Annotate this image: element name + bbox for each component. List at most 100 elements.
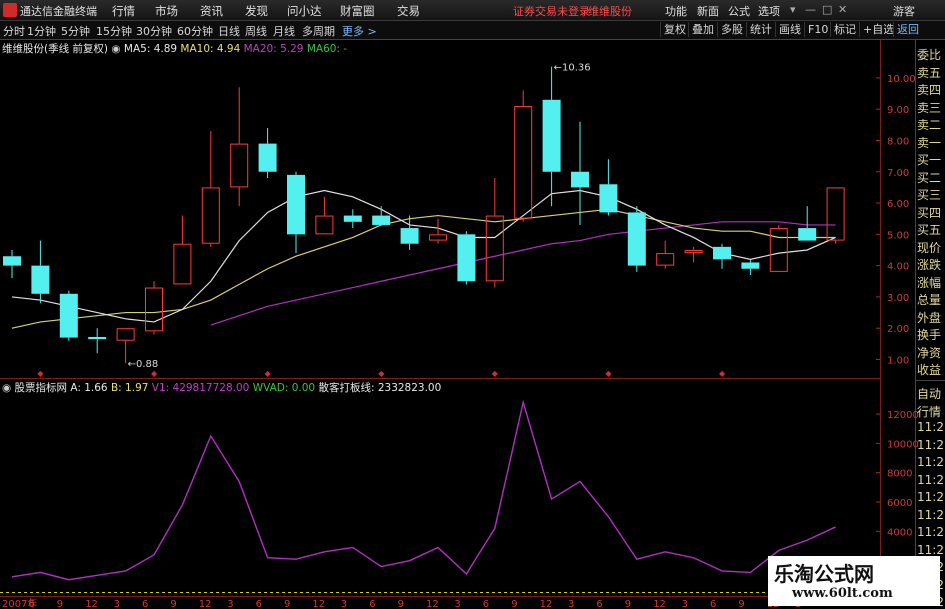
candle[interactable] (31, 240, 50, 304)
candle[interactable] (769, 224, 788, 272)
period-marker-icon: ◆ (719, 369, 726, 378)
candle-body (201, 187, 220, 244)
candle-body (88, 336, 107, 340)
sub-ytick-label: 10000 (887, 439, 919, 450)
period-marker-icon: ◆ (605, 369, 612, 378)
candle[interactable] (258, 127, 277, 179)
candle[interactable] (542, 66, 561, 207)
tick-panel-label: 11:2 (917, 542, 944, 557)
candle[interactable] (684, 246, 703, 263)
main-ytick-label: 10.00 (887, 74, 916, 85)
tick-panel-label: 11:2 (917, 490, 944, 504)
quote-panel-label: 卖四 (917, 83, 942, 97)
candle-body (485, 215, 504, 282)
candle[interactable] (3, 249, 21, 279)
x-tick-label: 12 (653, 599, 666, 609)
x-tick-label: 12 (199, 599, 212, 609)
candle[interactable] (429, 218, 447, 244)
candle-body (145, 287, 163, 332)
x-tick-label: 9 (738, 599, 744, 609)
x-tick-label: 6 (369, 599, 375, 609)
quote-panel-label: 卖二 (917, 118, 942, 132)
quote-panel-label: 涨幅 (917, 275, 942, 290)
candle[interactable] (372, 206, 391, 225)
main-ytick-label: 4.00 (887, 262, 909, 273)
main-ytick-label: 1.00 (887, 355, 909, 366)
candle[interactable] (343, 209, 362, 229)
ma10-line (11, 208, 836, 329)
main-ytick-label: 6.00 (887, 199, 909, 210)
tick-panel-label: 11:2 (917, 507, 944, 522)
candle[interactable] (457, 231, 476, 285)
quote-panel-label: 涨跌 (917, 258, 942, 272)
x-tick-label: 12 (540, 599, 553, 609)
candle-body (542, 99, 561, 172)
candle[interactable] (88, 328, 107, 354)
candle[interactable] (798, 206, 817, 241)
x-tick-label: 3 (454, 599, 460, 609)
candle-body (741, 262, 760, 269)
period-marker-icon: ◆ (37, 369, 44, 378)
candle[interactable] (173, 215, 192, 285)
candle[interactable] (741, 259, 760, 276)
quote-panel-label: 买四 (917, 205, 942, 220)
candle-body (798, 228, 817, 241)
sub-ytick-label: 6000 (887, 498, 912, 509)
x-tick-label: 9 (511, 599, 517, 609)
candle[interactable] (145, 281, 163, 335)
candle[interactable] (287, 171, 305, 254)
candle[interactable] (201, 131, 220, 247)
candle[interactable] (400, 215, 419, 250)
candle-body (769, 228, 788, 272)
candle[interactable] (826, 187, 845, 244)
candle[interactable] (315, 196, 334, 235)
quote-panel-label: 买五 (917, 223, 942, 237)
tick-panel-label: 行情 (917, 404, 942, 419)
x-tick-label: 9 (284, 599, 290, 609)
period-marker-icon: ◆ (265, 369, 272, 378)
quote-panel-label: 收益 (917, 363, 942, 377)
candle-body (372, 215, 391, 225)
tick-panel-label: 11:2 (917, 455, 944, 469)
quote-panel-label: 买三 (917, 188, 942, 202)
high-price-label: ←10.36 (554, 63, 591, 74)
candle-body (429, 234, 447, 241)
x-tick-label: 6 (483, 599, 489, 609)
candle-body (656, 253, 675, 266)
main-ytick-label: 5.00 (887, 230, 909, 241)
candle[interactable] (230, 87, 249, 207)
watermark-title: 乐淘公式网 (774, 562, 874, 586)
ma20-line (210, 221, 836, 326)
tick-panel-label: 自动 (917, 387, 942, 401)
x-tick-label: 3 (682, 599, 688, 609)
period-marker-icon: ◆ (492, 369, 499, 378)
candle-body (400, 228, 419, 244)
candle-body (287, 174, 305, 235)
quote-panel-label: 卖一 (917, 135, 942, 150)
candle[interactable] (713, 243, 731, 269)
candle[interactable] (599, 159, 618, 216)
tick-panel-label: 11:2 (917, 420, 944, 434)
tick-panel-label: 11:2 (917, 525, 944, 539)
candle-body (258, 143, 277, 172)
watermark-url: www.60lt.com (792, 586, 893, 601)
quote-panel-label: 卖三 (917, 100, 942, 115)
quote-panel-label: 净资 (917, 345, 942, 360)
candle[interactable] (514, 90, 533, 222)
candle-body (116, 328, 135, 341)
candle[interactable] (656, 240, 675, 269)
main-ytick-label: 2.00 (887, 324, 909, 335)
candle-body (173, 243, 192, 285)
candle-body (713, 246, 731, 260)
charts-canvas[interactable]: 10.00 9.00 8.00 7.00 6.00 5.00 4.00 3.00 2.00 1.0… (0, 0, 945, 609)
candle[interactable] (627, 206, 646, 272)
candle[interactable] (116, 328, 135, 364)
candle[interactable] (59, 290, 78, 341)
x-tick-label: 12 (312, 599, 325, 609)
main-ytick-label: 9.00 (887, 105, 909, 116)
candle-body (684, 249, 703, 254)
candle[interactable] (571, 121, 589, 225)
quote-panel-label: 总量 (917, 293, 942, 307)
v1-line (11, 399, 836, 581)
x-tick-label: 6 (28, 599, 34, 609)
